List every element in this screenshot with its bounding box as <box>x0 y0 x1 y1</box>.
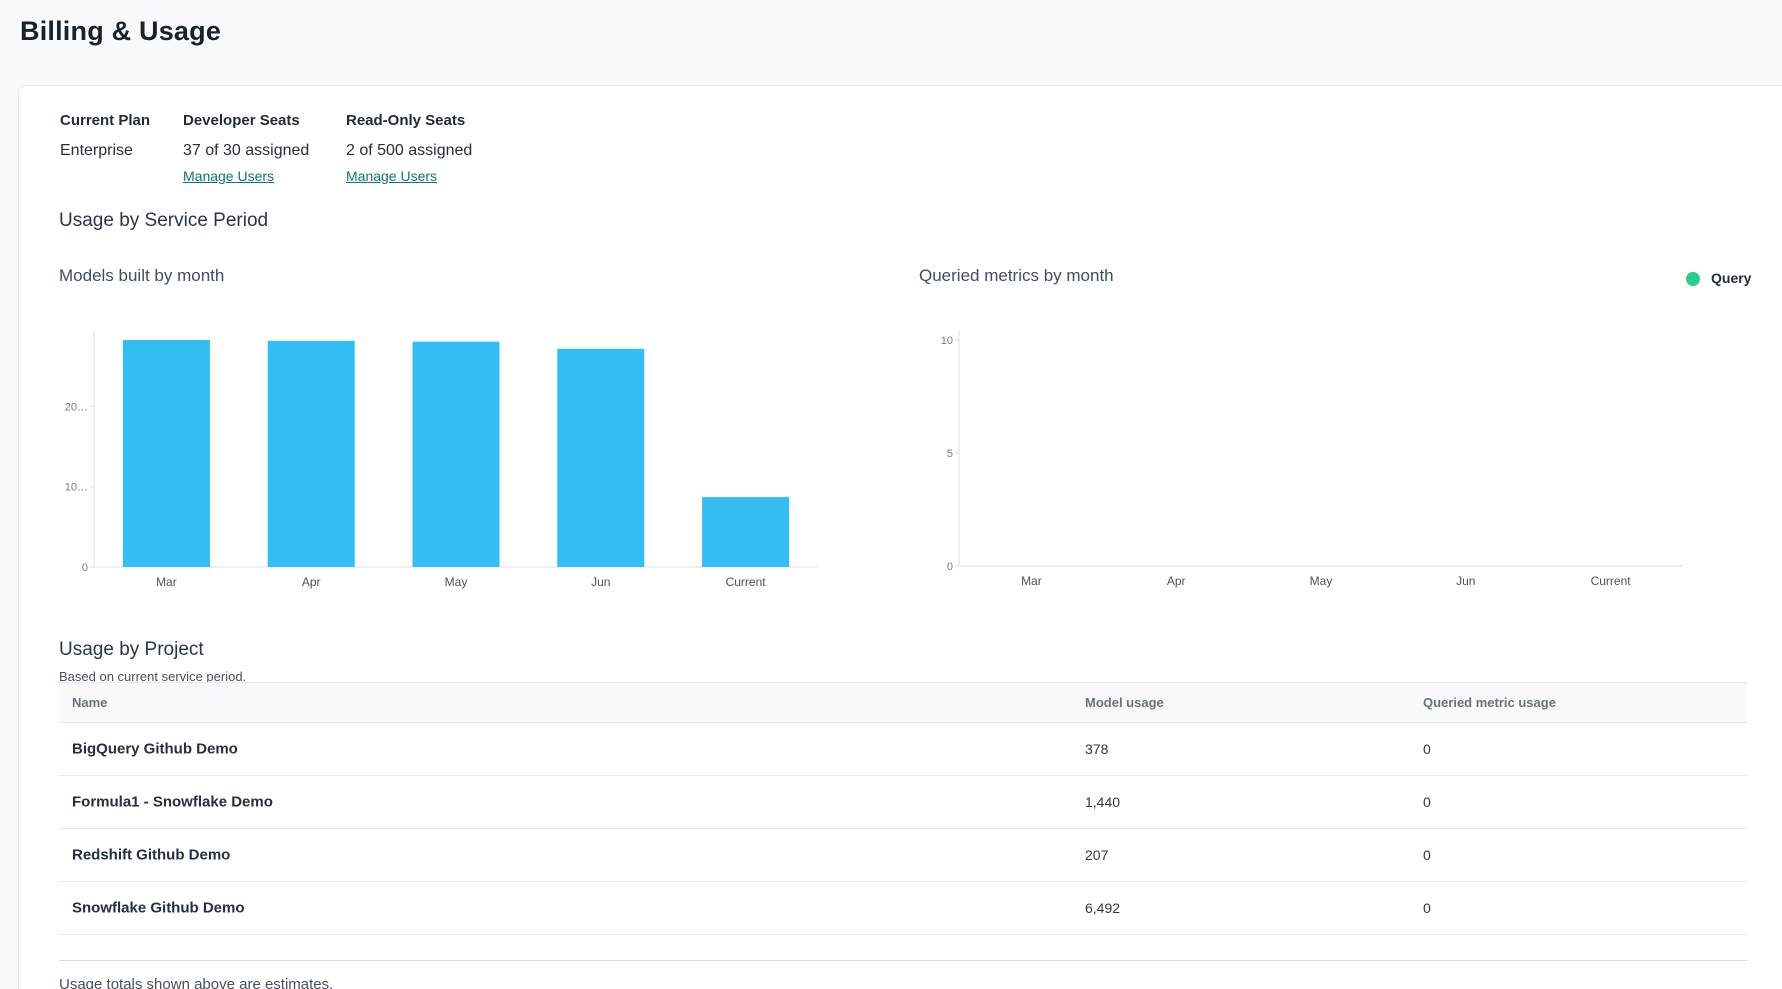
usage-by-project-heading: Usage by Project <box>59 639 204 661</box>
table-body: BigQuery Github Demo3780Formula1 - Snowf… <box>59 723 1747 935</box>
y-tick-label: 0 <box>82 562 88 574</box>
y-tick-label: 5 <box>947 448 953 460</box>
x-tick-label: Current <box>1591 574 1632 588</box>
model-usage-cell: 6,492 <box>1085 900 1120 916</box>
y-tick-label: 10 <box>941 335 953 347</box>
y-tick-label: 10… <box>65 482 88 494</box>
y-tick-label: 0 <box>947 561 953 573</box>
model-usage-cell: 207 <box>1085 847 1108 863</box>
x-tick-label: May <box>1310 574 1333 588</box>
read-only-seats-label: Read-Only Seats <box>346 112 465 129</box>
models-built-by-month-chart: 0 10… 20… Mar Apr May Jun Current <box>61 326 841 601</box>
bar-jun[interactable] <box>557 349 644 567</box>
queried-metric-usage-cell: 0 <box>1423 794 1431 810</box>
column-header-name: Name <box>72 695 107 710</box>
project-name-cell: Formula1 - Snowflake Demo <box>72 794 273 811</box>
models-built-chart-title: Models built by month <box>59 266 224 286</box>
project-name-cell: Snowflake Github Demo <box>72 900 245 917</box>
bar-apr[interactable] <box>268 341 355 567</box>
table-row: Formula1 - Snowflake Demo 1,440 0 <box>59 776 1747 829</box>
bar-current[interactable] <box>702 497 789 567</box>
queried-metrics-by-month-chart: 0 5 10 Mar Apr May Jun Current <box>921 326 1711 601</box>
x-tick-label: May <box>445 575 468 589</box>
usage-by-service-period-heading: Usage by Service Period <box>59 210 268 232</box>
table-row: Snowflake Github Demo 6,492 0 <box>59 882 1747 935</box>
developer-seats-value: 37 of 30 assigned <box>183 142 309 160</box>
column-header-model-usage: Model usage <box>1085 695 1164 710</box>
model-usage-cell: 378 <box>1085 741 1108 757</box>
table-row: Redshift Github Demo 207 0 <box>59 829 1747 882</box>
page-title: Billing & Usage <box>20 16 221 47</box>
queried-metric-usage-cell: 0 <box>1423 900 1431 916</box>
billing-card: Current Plan Enterprise Developer Seats … <box>18 85 1782 989</box>
x-tick-label: Apr <box>1167 574 1186 588</box>
bar-may[interactable] <box>413 342 500 567</box>
x-tick-label: Jun <box>1456 574 1475 588</box>
x-tick-label: Apr <box>302 575 321 589</box>
developer-seats-label: Developer Seats <box>183 112 300 129</box>
model-usage-cell: 1,440 <box>1085 794 1120 810</box>
x-tick-label: Current <box>726 575 767 589</box>
x-tick-label: Mar <box>156 575 177 589</box>
table-bottom-spacer <box>59 935 1747 961</box>
usage-by-project-table: Name Model usage Queried metric usage Bi… <box>59 682 1747 961</box>
manage-users-link-developer[interactable]: Manage Users <box>183 168 274 184</box>
billing-usage-page: Billing & Usage Current Plan Enterprise … <box>0 0 1782 989</box>
table-header-row: Name Model usage Queried metric usage <box>59 683 1747 723</box>
query-legend-label: Query <box>1711 270 1751 286</box>
y-tick-label: 20… <box>65 401 88 413</box>
current-plan-value: Enterprise <box>60 142 133 160</box>
queried-metric-usage-cell: 0 <box>1423 741 1431 757</box>
bar-mar[interactable] <box>123 340 210 567</box>
queried-metrics-chart-title: Queried metrics by month <box>919 266 1114 286</box>
project-name-cell: Redshift Github Demo <box>72 847 230 864</box>
column-header-queried-metric-usage: Queried metric usage <box>1423 695 1556 710</box>
project-name-cell: BigQuery Github Demo <box>72 741 238 758</box>
x-tick-label: Jun <box>591 575 610 589</box>
queried-metric-usage-cell: 0 <box>1423 847 1431 863</box>
manage-users-link-readonly[interactable]: Manage Users <box>346 168 437 184</box>
current-plan-label: Current Plan <box>60 112 150 129</box>
query-legend-dot-icon <box>1686 272 1700 286</box>
usage-estimates-note: Usage totals shown above are estimates. <box>59 976 333 989</box>
x-tick-label: Mar <box>1021 574 1042 588</box>
table-row: BigQuery Github Demo 378 0 <box>59 723 1747 776</box>
read-only-seats-value: 2 of 500 assigned <box>346 142 472 160</box>
